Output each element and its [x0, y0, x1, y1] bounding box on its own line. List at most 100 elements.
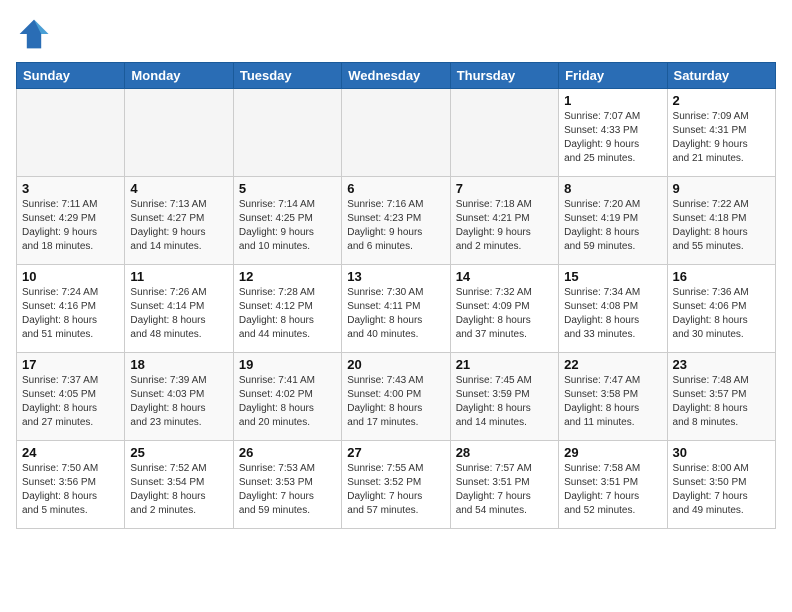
day-info: Sunrise: 7:26 AM Sunset: 4:14 PM Dayligh… [130, 286, 227, 342]
day-info: Sunrise: 7:18 AM Sunset: 4:21 PM Dayligh… [456, 198, 553, 254]
day-info: Sunrise: 7:32 AM Sunset: 4:09 PM Dayligh… [456, 286, 553, 342]
day-number: 14 [456, 269, 553, 284]
calendar-cell: 7 Sunrise: 7:18 AM Sunset: 4:21 PM Daylig… [450, 177, 558, 265]
calendar-cell: 4 Sunrise: 7:13 AM Sunset: 4:27 PM Daylig… [125, 177, 233, 265]
day-info: Sunrise: 7:24 AM Sunset: 4:16 PM Dayligh… [22, 286, 119, 342]
calendar-cell: 24Sunrise: 7:50 AM Sunset: 3:56 PM Dayli… [17, 441, 125, 529]
day-info: Sunrise: 7:41 AM Sunset: 4:02 PM Dayligh… [239, 374, 336, 430]
day-number: 24 [22, 445, 119, 460]
day-number: 15 [564, 269, 661, 284]
day-info: Sunrise: 7:13 AM Sunset: 4:27 PM Dayligh… [130, 198, 227, 254]
week-row-5: 24Sunrise: 7:50 AM Sunset: 3:56 PM Dayli… [17, 441, 776, 529]
day-number: 1 [564, 93, 661, 108]
calendar-cell [125, 89, 233, 177]
calendar-cell: 9 Sunrise: 7:22 AM Sunset: 4:18 PM Daylig… [667, 177, 775, 265]
day-info: Sunrise: 7:37 AM Sunset: 4:05 PM Dayligh… [22, 374, 119, 430]
week-row-2: 3 Sunrise: 7:11 AM Sunset: 4:29 PM Daylig… [17, 177, 776, 265]
day-info: Sunrise: 7:58 AM Sunset: 3:51 PM Dayligh… [564, 462, 661, 518]
calendar-cell: 8 Sunrise: 7:20 AM Sunset: 4:19 PM Daylig… [559, 177, 667, 265]
day-number: 8 [564, 181, 661, 196]
day-info: Sunrise: 7:53 AM Sunset: 3:53 PM Dayligh… [239, 462, 336, 518]
weekday-header-sunday: Sunday [17, 63, 125, 89]
day-number: 17 [22, 357, 119, 372]
day-number: 25 [130, 445, 227, 460]
calendar-cell: 13Sunrise: 7:30 AM Sunset: 4:11 PM Dayli… [342, 265, 450, 353]
calendar-cell: 26 Sunrise: 7:53 AM Sunset: 3:53 PM Dayli… [233, 441, 341, 529]
calendar-cell: 2 Sunrise: 7:09 AM Sunset: 4:31 PM Daylig… [667, 89, 775, 177]
weekday-header-monday: Monday [125, 63, 233, 89]
day-number: 30 [673, 445, 770, 460]
day-number: 28 [456, 445, 553, 460]
day-number: 6 [347, 181, 444, 196]
calendar-cell [17, 89, 125, 177]
day-info: Sunrise: 7:11 AM Sunset: 4:29 PM Dayligh… [22, 198, 119, 254]
day-info: Sunrise: 7:48 AM Sunset: 3:57 PM Dayligh… [673, 374, 770, 430]
page-header [16, 16, 776, 52]
calendar-cell: 22 Sunrise: 7:47 AM Sunset: 3:58 PM Dayli… [559, 353, 667, 441]
weekday-header-saturday: Saturday [667, 63, 775, 89]
calendar-cell: 27Sunrise: 7:55 AM Sunset: 3:52 PM Dayli… [342, 441, 450, 529]
day-number: 4 [130, 181, 227, 196]
calendar-cell [233, 89, 341, 177]
day-info: Sunrise: 7:28 AM Sunset: 4:12 PM Dayligh… [239, 286, 336, 342]
weekday-header-tuesday: Tuesday [233, 63, 341, 89]
day-info: Sunrise: 7:20 AM Sunset: 4:19 PM Dayligh… [564, 198, 661, 254]
calendar-cell: 5Sunrise: 7:14 AM Sunset: 4:25 PM Daylig… [233, 177, 341, 265]
calendar-cell [450, 89, 558, 177]
calendar-cell: 28 Sunrise: 7:57 AM Sunset: 3:51 PM Dayli… [450, 441, 558, 529]
day-info: Sunrise: 7:55 AM Sunset: 3:52 PM Dayligh… [347, 462, 444, 518]
day-info: Sunrise: 7:52 AM Sunset: 3:54 PM Dayligh… [130, 462, 227, 518]
day-number: 29 [564, 445, 661, 460]
day-number: 12 [239, 269, 336, 284]
day-number: 5 [239, 181, 336, 196]
calendar-cell: 15 Sunrise: 7:34 AM Sunset: 4:08 PM Dayli… [559, 265, 667, 353]
week-row-4: 17 Sunrise: 7:37 AM Sunset: 4:05 PM Dayli… [17, 353, 776, 441]
day-number: 19 [239, 357, 336, 372]
day-number: 16 [673, 269, 770, 284]
calendar-cell: 17 Sunrise: 7:37 AM Sunset: 4:05 PM Dayli… [17, 353, 125, 441]
weekday-header-row: SundayMondayTuesdayWednesdayThursdayFrid… [17, 63, 776, 89]
day-number: 3 [22, 181, 119, 196]
calendar-cell: 18Sunrise: 7:39 AM Sunset: 4:03 PM Dayli… [125, 353, 233, 441]
calendar-cell: 3 Sunrise: 7:11 AM Sunset: 4:29 PM Daylig… [17, 177, 125, 265]
day-info: Sunrise: 7:22 AM Sunset: 4:18 PM Dayligh… [673, 198, 770, 254]
calendar-cell: 6 Sunrise: 7:16 AM Sunset: 4:23 PM Daylig… [342, 177, 450, 265]
calendar-cell: 21 Sunrise: 7:45 AM Sunset: 3:59 PM Dayli… [450, 353, 558, 441]
day-number: 10 [22, 269, 119, 284]
day-number: 21 [456, 357, 553, 372]
day-info: Sunrise: 8:00 AM Sunset: 3:50 PM Dayligh… [673, 462, 770, 518]
day-number: 13 [347, 269, 444, 284]
day-info: Sunrise: 7:43 AM Sunset: 4:00 PM Dayligh… [347, 374, 444, 430]
logo-icon [16, 16, 52, 52]
calendar-cell: 23Sunrise: 7:48 AM Sunset: 3:57 PM Dayli… [667, 353, 775, 441]
calendar-cell: 25 Sunrise: 7:52 AM Sunset: 3:54 PM Dayli… [125, 441, 233, 529]
calendar-cell: 30 Sunrise: 8:00 AM Sunset: 3:50 PM Dayli… [667, 441, 775, 529]
calendar-cell: 12 Sunrise: 7:28 AM Sunset: 4:12 PM Dayli… [233, 265, 341, 353]
day-info: Sunrise: 7:34 AM Sunset: 4:08 PM Dayligh… [564, 286, 661, 342]
calendar-cell: 29 Sunrise: 7:58 AM Sunset: 3:51 PM Dayli… [559, 441, 667, 529]
day-info: Sunrise: 7:57 AM Sunset: 3:51 PM Dayligh… [456, 462, 553, 518]
weekday-header-thursday: Thursday [450, 63, 558, 89]
calendar-cell: 16Sunrise: 7:36 AM Sunset: 4:06 PM Dayli… [667, 265, 775, 353]
calendar-cell: 14 Sunrise: 7:32 AM Sunset: 4:09 PM Dayli… [450, 265, 558, 353]
day-info: Sunrise: 7:47 AM Sunset: 3:58 PM Dayligh… [564, 374, 661, 430]
day-info: Sunrise: 7:16 AM Sunset: 4:23 PM Dayligh… [347, 198, 444, 254]
day-info: Sunrise: 7:09 AM Sunset: 4:31 PM Dayligh… [673, 110, 770, 166]
day-number: 9 [673, 181, 770, 196]
weekday-header-wednesday: Wednesday [342, 63, 450, 89]
day-number: 11 [130, 269, 227, 284]
calendar-cell: 20 Sunrise: 7:43 AM Sunset: 4:00 PM Dayli… [342, 353, 450, 441]
calendar-table: SundayMondayTuesdayWednesdayThursdayFrid… [16, 62, 776, 529]
week-row-1: 1Sunrise: 7:07 AM Sunset: 4:33 PM Daylig… [17, 89, 776, 177]
day-number: 7 [456, 181, 553, 196]
week-row-3: 10 Sunrise: 7:24 AM Sunset: 4:16 PM Dayli… [17, 265, 776, 353]
day-number: 20 [347, 357, 444, 372]
calendar-cell: 1Sunrise: 7:07 AM Sunset: 4:33 PM Daylig… [559, 89, 667, 177]
calendar-cell: 19 Sunrise: 7:41 AM Sunset: 4:02 PM Dayli… [233, 353, 341, 441]
day-number: 26 [239, 445, 336, 460]
logo [16, 16, 56, 52]
day-number: 2 [673, 93, 770, 108]
day-number: 18 [130, 357, 227, 372]
day-number: 22 [564, 357, 661, 372]
day-info: Sunrise: 7:45 AM Sunset: 3:59 PM Dayligh… [456, 374, 553, 430]
